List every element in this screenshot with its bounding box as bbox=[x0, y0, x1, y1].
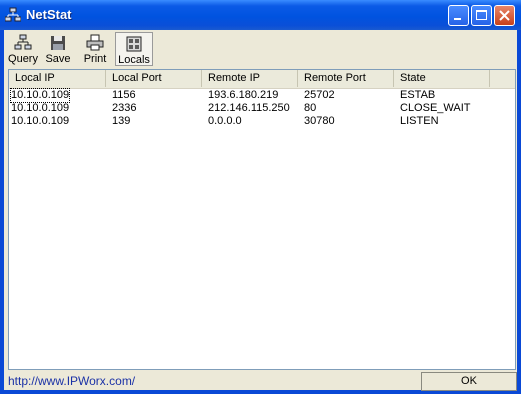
maximize-button[interactable] bbox=[471, 5, 492, 26]
cell-local-port: 139 bbox=[112, 115, 131, 127]
column-header-local-ip[interactable]: Local IP bbox=[9, 70, 106, 87]
cell-remote-port: 25702 bbox=[304, 89, 335, 101]
cell-remote-port: 80 bbox=[304, 102, 317, 114]
table-row[interactable]: 10.10.0.109 1156 193.6.180.219 25702 EST… bbox=[9, 88, 515, 103]
client-area: Query Save Print Locals Local IP Local P… bbox=[4, 30, 517, 391]
locals-button[interactable]: Locals bbox=[115, 32, 153, 66]
window-title: NetStat bbox=[26, 7, 72, 22]
print-icon bbox=[86, 34, 104, 51]
cell-local-ip: 10.10.0.109 bbox=[11, 102, 70, 114]
save-label: Save bbox=[45, 53, 71, 65]
title-bar[interactable]: NetStat bbox=[0, 0, 521, 30]
cell-state: ESTAB bbox=[400, 89, 436, 101]
minimize-icon bbox=[454, 18, 461, 20]
network-app-icon bbox=[5, 7, 21, 22]
maximize-icon bbox=[476, 10, 487, 20]
cell-state: CLOSE_WAIT bbox=[400, 102, 471, 114]
cell-remote-ip: 193.6.180.219 bbox=[208, 89, 279, 101]
connections-list[interactable]: Local IP Local Port Remote IP Remote Por… bbox=[8, 69, 516, 370]
list-rows: 10.10.0.109 1156 193.6.180.219 25702 EST… bbox=[9, 88, 515, 128]
query-label: Query bbox=[8, 53, 38, 65]
minimize-button[interactable] bbox=[448, 5, 469, 26]
cell-local-port: 1156 bbox=[112, 89, 136, 101]
save-button[interactable]: Save bbox=[43, 32, 73, 66]
ok-button[interactable]: OK bbox=[421, 372, 517, 391]
cell-local-port: 2336 bbox=[112, 102, 137, 114]
cell-local-ip: 10.10.0.109 bbox=[11, 115, 70, 127]
query-icon bbox=[14, 34, 32, 50]
table-row[interactable]: 10.10.0.109 139 0.0.0.0 30780 LISTEN bbox=[9, 115, 515, 128]
close-button[interactable] bbox=[494, 5, 515, 26]
list-header: Local IP Local Port Remote IP Remote Por… bbox=[9, 70, 515, 89]
toolbar: Query Save Print Locals bbox=[4, 30, 517, 68]
save-icon bbox=[51, 36, 65, 50]
table-row[interactable]: 10.10.0.109 2336 212.146.115.250 80 CLOS… bbox=[9, 102, 515, 115]
print-button[interactable]: Print bbox=[80, 32, 110, 66]
close-icon bbox=[499, 10, 510, 21]
column-header-remote-port[interactable]: Remote Port bbox=[298, 70, 394, 87]
column-header-state[interactable]: State bbox=[394, 70, 490, 87]
cell-local-ip: 10.10.0.109 bbox=[9, 88, 71, 103]
cell-remote-ip: 0.0.0.0 bbox=[208, 115, 242, 127]
cell-remote-ip: 212.146.115.250 bbox=[208, 102, 290, 114]
cell-state: LISTEN bbox=[400, 115, 439, 127]
query-button[interactable]: Query bbox=[6, 32, 40, 66]
netstat-window: NetStat Query Save Print Locals Local IP… bbox=[0, 0, 521, 394]
print-label: Print bbox=[83, 53, 107, 65]
locals-label: Locals bbox=[118, 54, 150, 66]
cell-remote-port: 30780 bbox=[304, 115, 335, 127]
column-header-local-port[interactable]: Local Port bbox=[106, 70, 202, 87]
status-bar: http://www.IPWorx.com/ OK bbox=[4, 371, 517, 391]
locals-icon bbox=[126, 36, 142, 52]
website-link[interactable]: http://www.IPWorx.com/ bbox=[8, 374, 135, 388]
column-header-remote-ip[interactable]: Remote IP bbox=[202, 70, 298, 87]
